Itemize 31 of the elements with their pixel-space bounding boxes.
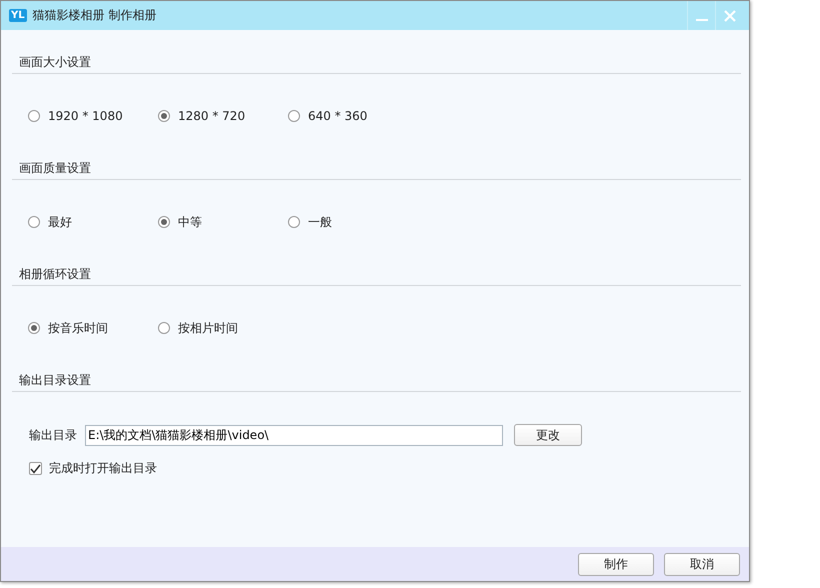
- option-label[interactable]: 1920 * 1080: [48, 109, 123, 123]
- change-button[interactable]: 更改: [514, 424, 582, 446]
- option-label[interactable]: 一般: [308, 214, 332, 230]
- field-label: 输出目录: [29, 426, 77, 444]
- radio-button[interactable]: [28, 216, 40, 228]
- radio-button[interactable]: [28, 110, 40, 122]
- option-label[interactable]: 最好: [48, 214, 72, 230]
- radio-button[interactable]: [288, 216, 300, 228]
- window-title: 猫猫影楼相册 制作相册: [32, 7, 156, 24]
- path-field[interactable]: E:\我的文档\猫猫影楼相册\video\: [85, 424, 503, 446]
- close-icon: [722, 10, 736, 22]
- option-label[interactable]: 中等: [178, 214, 202, 230]
- minimize-icon: [696, 18, 708, 20]
- dialog-button[interactable]: 制作: [578, 552, 654, 576]
- radio-button[interactable]: [158, 216, 170, 228]
- radio-button[interactable]: [158, 110, 170, 122]
- radio-button[interactable]: [158, 322, 170, 334]
- section-heading: 画面大小设置: [12, 52, 741, 74]
- radio-button[interactable]: [288, 110, 300, 122]
- dialog-button[interactable]: 取消: [664, 552, 740, 576]
- section-heading: 相册循环设置: [12, 264, 741, 286]
- checkbox[interactable]: [29, 462, 42, 475]
- option-label[interactable]: 按相片时间: [178, 320, 238, 336]
- checkbox-label[interactable]: 完成时打开输出目录: [49, 460, 157, 477]
- section-heading: 输出目录设置: [12, 370, 741, 392]
- radio-button[interactable]: [28, 322, 40, 334]
- option-label[interactable]: 1280 * 720: [178, 109, 246, 123]
- option-label[interactable]: 按音乐时间: [48, 320, 108, 336]
- option-label[interactable]: 640 * 360: [308, 109, 368, 123]
- app-logo: YL: [9, 9, 27, 22]
- section-heading: 画面质量设置: [12, 158, 741, 180]
